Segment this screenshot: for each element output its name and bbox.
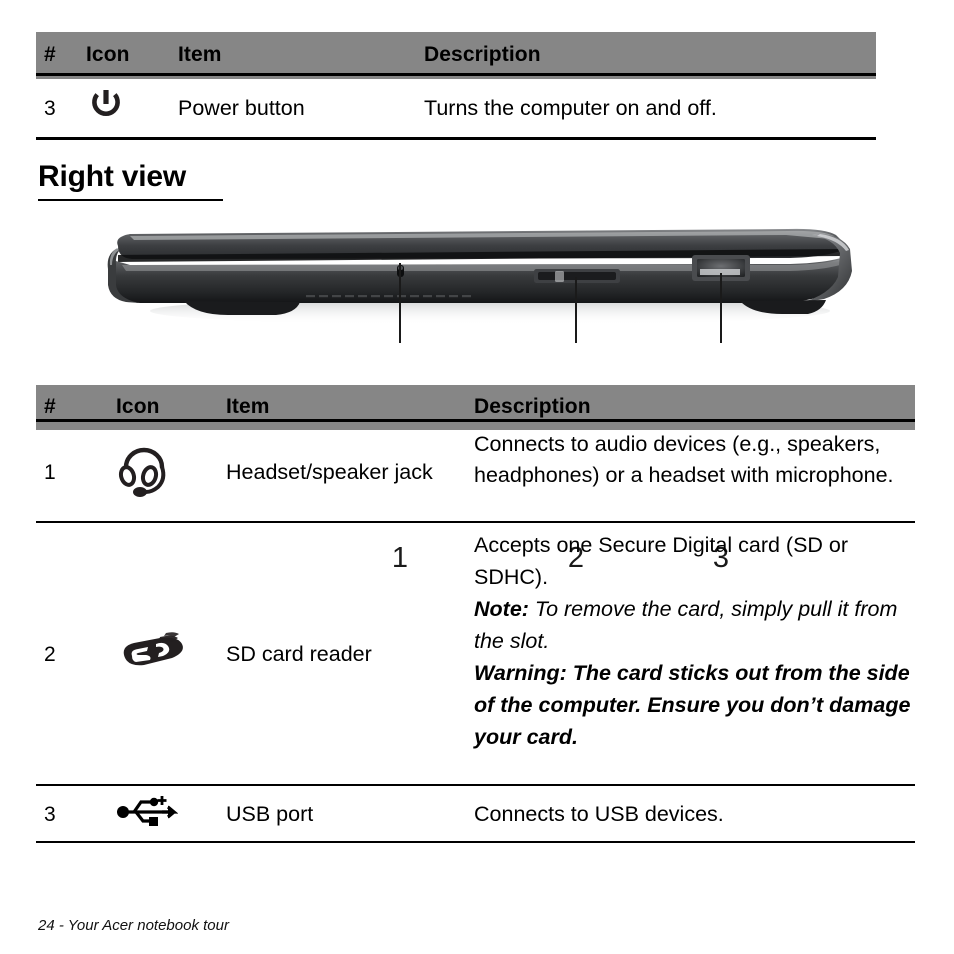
table-one-header-icon: Icon [86,43,130,66]
table-row: 2 SD card reader Accepts one Secure Digi… [36,525,915,783]
page-section-heading: Right view [38,160,187,193]
row-icon-cell [86,80,178,136]
table-two-header-rule [36,419,915,422]
row-description: Connects to audio devices (e.g., speaker… [474,432,894,487]
table-two-row-three: 3 USB port Connects to USB devices. [36,788,915,840]
sd-description-text: Accepts one Secure Digital card (SD or S… [474,533,849,589]
table-row: 1 Headset/speaker jack Connects to audio… [36,424,915,520]
sd-card-icon [116,628,190,672]
table-one-header-rule [36,73,876,76]
row-item: Power button [178,95,305,120]
table-two-bottom-rule [36,841,915,843]
row-icon-cell [116,788,226,840]
table-two-rule-after-row-one [36,521,915,523]
row-description-cell: Accepts one Secure Digital card (SD or S… [474,525,915,783]
row-description: Turns the computer on and off. [424,95,717,120]
sd-warning-text: Warning: The card sticks out from the si… [474,661,911,749]
table-two-row-two: 2 SD card reader Accepts one Secure Digi… [36,525,915,783]
table-two-rule-after-row-two [36,784,915,786]
sd-note-label: Note: [474,597,529,621]
table-row: 3 Power button Turns the computer on and… [36,80,876,136]
row-item: SD card reader [226,641,372,666]
row-icon-cell [116,424,226,520]
row-item: Headset/speaker jack [226,459,433,484]
row-number: 3 [44,96,56,120]
table-one-bottom-rule [36,137,876,140]
page-footer: 24 - Your Acer notebook tour [38,917,229,934]
table-one-header-row: # Icon Item Description [36,32,876,79]
row-item: USB port [226,801,314,826]
table-one-header-description: Description [424,43,541,66]
row-description: Connects to USB devices. [474,801,724,826]
row-number: 1 [44,460,56,484]
laptop-illustration [107,228,852,343]
power-button-table: # Icon Item Description [36,32,876,79]
row-number: 2 [44,642,56,666]
sd-note-line: Note: To remove the card, simply pull it… [474,593,915,657]
sd-note-text: To remove the card, simply pull it from … [474,597,898,653]
table-two-row-one: 1 Headset/speaker jack Connects to audio… [36,424,915,520]
table-row: 3 USB port Connects to USB devices. [36,788,915,840]
laptop-right-view-figure: 1 2 3 [100,215,860,574]
heading-underline [38,199,223,201]
table-one-header-number: # [44,43,56,66]
headset-jack-icon [116,437,172,499]
row-number: 3 [44,802,56,826]
row-icon-cell [116,525,226,783]
usb-port-icon [116,793,179,827]
table-one-header-item: Item [178,43,222,66]
table-one-body: 3 Power button Turns the computer on and… [36,80,876,136]
power-button-icon [86,84,126,124]
